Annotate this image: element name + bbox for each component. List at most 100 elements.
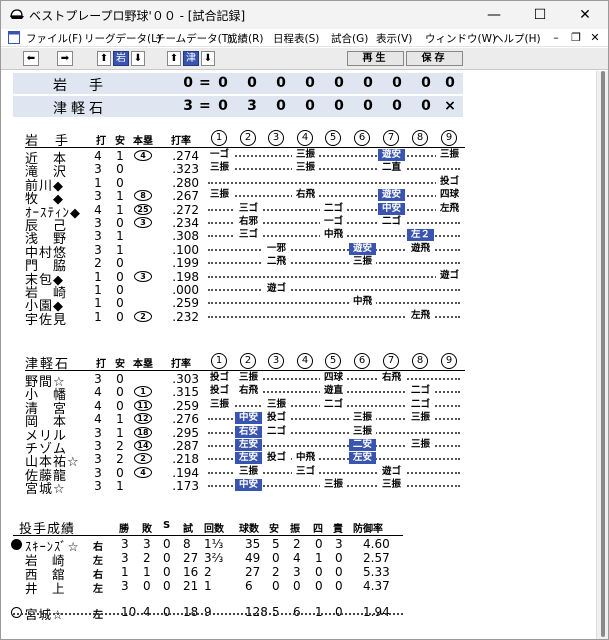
batting-average: .100: [172, 242, 199, 257]
inning-score: 0: [305, 75, 315, 91]
hits: 0: [116, 282, 124, 297]
hit-result: 中安: [235, 412, 262, 425]
pitcher-s: 0: [163, 565, 171, 579]
table-row: 宮城☆ 3 1 .173 中安 三振 三振: [3, 479, 595, 497]
next-arrow-icon[interactable]: ➡: [57, 51, 73, 66]
mdi-minimize-button[interactable]: –: [548, 30, 564, 45]
inning-number: 6: [354, 353, 370, 369]
pitcher-w: 3: [121, 551, 129, 565]
hits: 0: [116, 465, 124, 480]
table-row: 小 幡 4 0 1.315 投ゴ 右飛 遊直 二ゴ: [3, 385, 595, 403]
mdi-close-button[interactable]: ✕: [587, 30, 603, 45]
pitcher-er: 3: [335, 537, 343, 551]
mdi-restore-button[interactable]: ❐: [568, 30, 584, 45]
table-row: 岩 崎 1 0.000 遊ゴ: [3, 282, 595, 301]
inning-score: 0: [363, 98, 373, 114]
at-bats: 3: [94, 242, 102, 257]
inning-number: 2: [240, 353, 256, 369]
team2-toggle[interactable]: 津: [183, 51, 199, 66]
menu-game[interactable]: 試合(G): [331, 31, 368, 46]
home-runs: 1: [134, 386, 152, 398]
pitcher-era: 1.94: [363, 605, 390, 619]
table-row: 岡 本 4 1 12.276 中安 投ゴ 三振 三振: [3, 412, 595, 430]
menu-file[interactable]: ファイル(F): [26, 31, 82, 46]
pitcher-l: 3: [143, 537, 151, 551]
pitcher-h: 5: [272, 537, 280, 551]
menu-window[interactable]: ウィンドウ(W): [425, 31, 496, 46]
table-row: 前川◆ 1 0.280 投ゴ: [3, 175, 595, 194]
document-icon[interactable]: [8, 31, 20, 44]
minimize-button[interactable]: —: [471, 1, 517, 29]
vertical-scrollbar[interactable]: [596, 71, 608, 639]
inning-score: 0: [334, 75, 344, 91]
pitcher-k: 6: [293, 605, 301, 619]
home-runs: 3: [134, 270, 152, 282]
pitcher-er: 0: [335, 605, 343, 619]
at-bat-result: 三振: [349, 256, 376, 269]
table-row: 門 脇 2 0.199 二飛 三振: [3, 256, 595, 274]
hits: 0: [116, 385, 124, 400]
close-button[interactable]: ✕: [562, 1, 608, 29]
save-button[interactable]: 保存: [406, 51, 463, 66]
menu-team[interactable]: チームデータ(T): [155, 31, 232, 46]
batting-average: .287: [172, 438, 199, 453]
home-runs: 14: [134, 439, 152, 451]
col-h: 安: [115, 359, 125, 370]
pitcher-ip: 1: [204, 579, 212, 593]
maximize-button[interactable]: ☐: [517, 1, 563, 29]
team-name: 岩 手: [53, 78, 107, 94]
table-row: 近 本 4 1 4.274 一ゴ 三振 遊安 三振: [3, 149, 595, 167]
menu-schedule[interactable]: 日程表(S): [273, 31, 319, 46]
at-bats: 3: [94, 189, 102, 204]
dotted-leader: [208, 275, 460, 278]
batting-average: .259: [172, 296, 199, 311]
dotted-leader: [208, 168, 460, 171]
prev-arrow-icon[interactable]: ⬅: [23, 51, 39, 66]
menu-view[interactable]: 表示(V): [376, 31, 412, 46]
dotted-leader: [208, 302, 460, 305]
pitcher-ip: 2: [204, 565, 212, 579]
at-bat-result: 一ゴ: [320, 215, 347, 228]
down-arrow-icon[interactable]: ⬇: [131, 51, 145, 66]
replay-button[interactable]: 再生: [347, 51, 404, 66]
inning-score: 0: [421, 98, 431, 114]
at-bat-result: 四球: [320, 372, 347, 384]
dotted-leader: [208, 195, 460, 198]
at-bat-result: 三振: [349, 412, 376, 425]
at-bat-result: 三振: [349, 425, 376, 438]
up-arrow-icon[interactable]: ⬆: [167, 51, 181, 66]
team-name: 津軽石: [53, 101, 107, 117]
team1-toggle[interactable]: 岩: [113, 51, 129, 66]
hit-result: 中安: [235, 479, 262, 492]
col-avg: 打率: [171, 136, 191, 147]
pitcher-np: 128: [245, 605, 268, 619]
inning-score: 0: [218, 75, 228, 91]
separator-dots: [13, 613, 403, 615]
batting-rows: 近 本 4 1 4.274 一ゴ 三振 遊安 三振滝 沢 3 0.323 三振 三振 二直 前川◆ 1 0.2…: [3, 149, 595, 328]
inning-number: 9: [441, 130, 457, 146]
pitcher-name: 井 上: [25, 581, 66, 596]
up-arrow-icon[interactable]: ⬆: [97, 51, 111, 66]
hit-result: 右安: [235, 425, 262, 438]
table-row: 岩 崎左 3 2 0 27 3⅔ 49 0 4 1 0 2.57: [3, 551, 595, 568]
table-row: チゾム 3 2 14.287 左安 二安 三振: [3, 438, 595, 457]
menu-help[interactable]: ヘルプ(H): [493, 31, 541, 46]
pitching-col: 勝: [119, 524, 129, 535]
scrollbar-thumb[interactable]: [601, 71, 605, 637]
window-title: ベストプレープロ野球'００ - [試合記録]: [29, 9, 246, 23]
at-bat-result: 二ゴ: [263, 425, 290, 438]
col-hr: 本塁: [133, 359, 153, 370]
batting-section-home: 津軽石打安本塁 打率 1 2 3 4 5 6 7 8 9 野間☆ 3 0.303 投ゴ 三振 四球 右飛小 幡40…: [3, 352, 595, 497]
menu-records[interactable]: 成績(R): [227, 31, 264, 46]
inning-score: 0: [392, 75, 402, 91]
total-runs: 3: [183, 98, 193, 114]
col-hr: 本塁: [133, 136, 153, 147]
table-row: 小園◆ 1 0.259 中飛: [3, 296, 595, 314]
down-arrow-icon[interactable]: ⬇: [201, 51, 215, 66]
inning-score: 3: [247, 98, 257, 114]
pitching-col: 球数: [239, 524, 259, 535]
pitcher-era: 5.33: [363, 565, 390, 579]
at-bats: 1: [94, 309, 102, 324]
menu-league[interactable]: リーグデータ(L): [84, 31, 161, 46]
at-bats: 2: [94, 256, 102, 271]
